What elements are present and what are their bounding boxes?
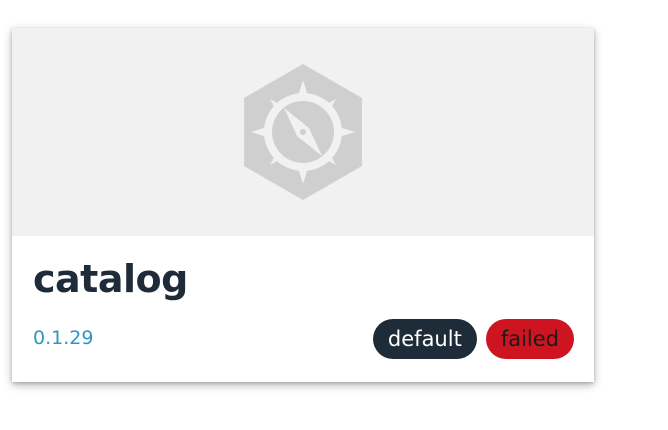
compass-hexagon-icon <box>244 64 362 200</box>
version-link[interactable]: 0.1.29 <box>33 326 93 350</box>
badge-group: default failed <box>372 319 574 359</box>
card-image <box>12 28 594 236</box>
status-badge-failed: failed <box>485 319 574 359</box>
package-card[interactable]: catalog 0.1.29 default failed <box>12 28 594 382</box>
default-badge: default <box>372 319 477 359</box>
package-title: catalog <box>33 257 188 301</box>
